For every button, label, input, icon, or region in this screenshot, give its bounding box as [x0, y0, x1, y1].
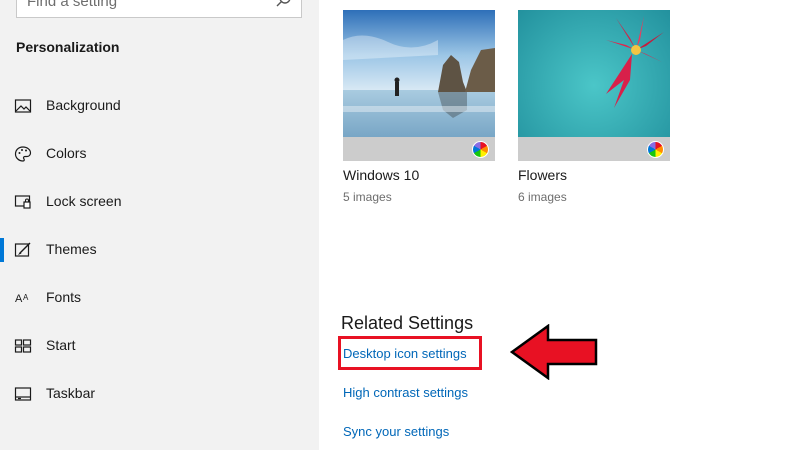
- sidebar-item-background[interactable]: Background: [0, 86, 319, 126]
- theme-card-flowers[interactable]: Flowers 6 images: [518, 10, 670, 204]
- svg-text:A: A: [23, 293, 29, 302]
- lock-screen-icon: [14, 195, 31, 209]
- sidebar-item-start[interactable]: Start: [0, 326, 319, 366]
- sidebar-item-lock-screen[interactable]: Lock screen: [0, 182, 319, 222]
- theme-card-windows-10[interactable]: Windows 10 5 images: [343, 10, 495, 204]
- sidebar: Find a setting Personalization Backgroun…: [0, 0, 319, 450]
- start-icon: [14, 339, 32, 353]
- red-arrow-icon: [510, 324, 598, 380]
- search-icon[interactable]: [275, 0, 293, 9]
- fonts-icon: A A: [15, 293, 29, 305]
- active-indicator: [0, 238, 4, 262]
- search-placeholder: Find a setting: [27, 0, 118, 10]
- high-contrast-settings-link[interactable]: High contrast settings: [343, 385, 468, 400]
- sidebar-item-colors[interactable]: Colors: [0, 134, 319, 174]
- svg-text:A: A: [15, 293, 23, 305]
- theme-image-count: 6 images: [518, 190, 567, 204]
- sidebar-item-themes[interactable]: Themes: [0, 230, 319, 270]
- theme-thumbnail[interactable]: [343, 10, 495, 161]
- sidebar-item-fonts[interactable]: A A Fonts: [0, 278, 319, 318]
- color-wheel-icon: [647, 141, 664, 158]
- sidebar-item-label: Start: [46, 337, 76, 353]
- section-title: Personalization: [16, 39, 120, 55]
- theme-image-count: 5 images: [343, 190, 392, 204]
- sidebar-item-taskbar[interactable]: Taskbar: [0, 374, 319, 414]
- search-input[interactable]: Find a setting: [16, 0, 302, 18]
- sidebar-item-label: Taskbar: [46, 385, 96, 401]
- related-settings-title: Related Settings: [341, 313, 474, 333]
- theme-name: Windows 10: [343, 167, 420, 183]
- color-wheel-icon: [472, 141, 489, 158]
- main-content: Windows 10 5 images Flowers 6 images Rel…: [319, 0, 800, 450]
- sidebar-item-label: Background: [46, 97, 121, 113]
- image-icon: [14, 99, 32, 113]
- sidebar-item-label: Colors: [46, 145, 87, 161]
- sidebar-item-label: Fonts: [46, 289, 82, 305]
- sidebar-item-label: Themes: [46, 241, 97, 257]
- desktop-icon-settings-link[interactable]: Desktop icon settings: [343, 346, 467, 361]
- palette-icon: [14, 146, 32, 162]
- theme-thumbnail[interactable]: [518, 10, 670, 161]
- sync-settings-link[interactable]: Sync your settings: [343, 424, 449, 439]
- sidebar-item-label: Lock screen: [46, 193, 122, 209]
- theme-name: Flowers: [518, 167, 568, 183]
- taskbar-icon: [14, 387, 32, 401]
- brush-icon: [14, 242, 31, 257]
